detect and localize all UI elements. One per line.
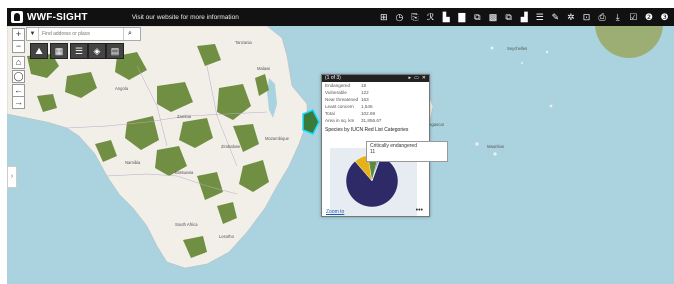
report-icon[interactable]: ☑: [626, 8, 641, 26]
tooltip-value: 11: [370, 149, 376, 155]
home-icon[interactable]: ⌂: [12, 56, 25, 69]
settings-icon[interactable]: ✲: [563, 8, 578, 26]
map-label-zambia: Zambia: [177, 114, 191, 119]
next-feature-button[interactable]: ▸: [409, 75, 412, 82]
buildings-icon[interactable]: ▙: [439, 8, 454, 26]
attribute-row: Near threatened 163: [325, 97, 369, 102]
map-label-botswana: Botswana: [175, 170, 194, 175]
more-options-button[interactable]: •••: [416, 207, 423, 214]
basemap-button[interactable]: ⛰: [30, 43, 48, 59]
attribute-row: Vulnerable 122: [325, 90, 369, 95]
map-label-mozambique: Mozambique: [265, 136, 289, 141]
download-icon[interactable]: ⤓: [610, 8, 625, 26]
chart-title: Species by IUCN Red List Categories: [325, 127, 409, 133]
measure-icon[interactable]: ⊞: [376, 8, 391, 26]
app-title: WWF-SIGHT: [27, 11, 88, 23]
search-icon[interactable]: ⌕: [123, 28, 136, 40]
attribute-row: Total 102.69: [325, 111, 376, 116]
website-link[interactable]: Visit our website for more information: [132, 14, 239, 21]
map-label-mauritius: Mauritius: [487, 144, 504, 149]
list-icon[interactable]: ☰: [532, 8, 547, 26]
header-bar: WWF-SIGHT Visit our website for more inf…: [7, 8, 674, 26]
forward-arrow-icon[interactable]: →: [12, 96, 25, 109]
map-label-namibia: Namibia: [125, 160, 141, 165]
map-label-malawi: Malawi: [257, 66, 271, 71]
bookmark-button[interactable]: ▤: [106, 43, 124, 59]
draw-icon[interactable]: ✎: [548, 8, 563, 26]
map-label-zimbabwe: Zimbabwe: [221, 144, 241, 149]
map-label-south-africa: South Africa: [175, 222, 198, 227]
toolbar: ⊞ ◷ ⎘ ℛ ▙ ▇ ⧉ ▩ ⧉ ▟ ☰ ✎ ✲ ⊡ ⎙ ⤓ ☑ ❷ ❸: [376, 8, 672, 26]
map-view[interactable]: Angola Zambia Namibia Botswana Zimbabwe …: [7, 26, 674, 284]
popup-attributes: Endangered 18 Vulnerable 122 Near threaten…: [322, 82, 429, 124]
search-source-dropdown[interactable]: ▼: [27, 28, 39, 40]
history-icon[interactable]: ◷: [392, 8, 407, 26]
attribute-row: Area in sq. km 31,856.67: [325, 118, 382, 123]
brand[interactable]: WWF-SIGHT: [11, 11, 88, 23]
map-label-seychelles: Seychelles: [507, 46, 528, 51]
stats-icon[interactable]: ▟: [517, 8, 532, 26]
search-input[interactable]: [39, 29, 123, 39]
attribute-row: Least concern 1,546: [325, 104, 373, 109]
side-panel-toggle[interactable]: ›: [7, 166, 17, 188]
print-icon[interactable]: ⎙: [595, 8, 610, 26]
zoom-to-link[interactable]: Zoom to: [326, 209, 344, 215]
dock-button[interactable]: ▭: [414, 75, 419, 82]
screen-icon[interactable]: ⊡: [579, 8, 594, 26]
help-icon[interactable]: ❷: [641, 8, 656, 26]
compare-icon[interactable]: ⧉: [501, 8, 516, 26]
search-layer-icon[interactable]: ℛ: [423, 8, 438, 26]
popup-header: (1 of 3) ▸ ▭ ✕: [322, 75, 429, 82]
popup-title: (1 of 3): [325, 75, 341, 81]
legend-button[interactable]: ☰: [70, 43, 88, 59]
account-icon[interactable]: ❸: [657, 8, 672, 26]
map-label-angola: Angola: [115, 86, 129, 91]
layers-button[interactable]: ◈: [88, 43, 106, 59]
attribute-row: Endangered 18: [325, 83, 367, 88]
close-popup-button[interactable]: ✕: [422, 75, 426, 82]
copy-icon[interactable]: ⧉: [470, 8, 485, 26]
chart-icon[interactable]: ▇: [454, 8, 469, 26]
popup-controls: ▸ ▭ ✕: [406, 75, 426, 82]
map-label-tanzania: Tanzania: [235, 40, 252, 45]
map-label-lesotho: Lesotho: [219, 234, 234, 239]
chart-tooltip: Critically endangered 11: [366, 141, 448, 162]
print-map-icon[interactable]: ⎘: [408, 8, 423, 26]
layers-list-icon[interactable]: ▩: [485, 8, 500, 26]
gallery-button[interactable]: ▦: [50, 43, 68, 59]
search-box: ▼ ⌕: [26, 27, 141, 41]
app-root: WWF-SIGHT Visit our website for more inf…: [0, 0, 674, 284]
zoom-out-button[interactable]: −: [12, 40, 25, 53]
locate-icon[interactable]: ◯: [12, 70, 25, 83]
wwf-logo-icon: [11, 11, 23, 23]
